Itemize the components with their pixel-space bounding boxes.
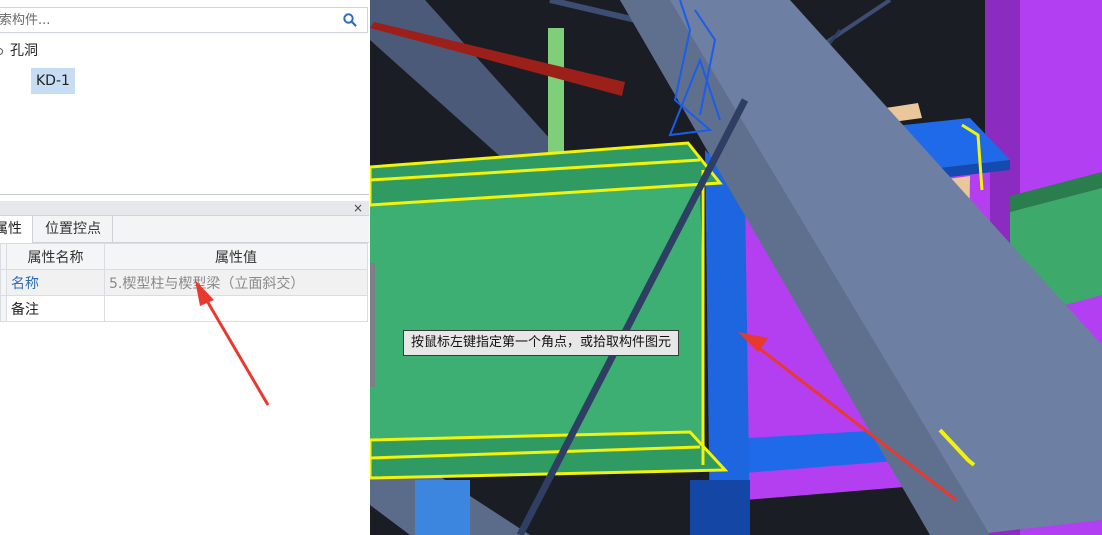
property-value-cell[interactable]	[104, 295, 368, 322]
3d-viewport[interactable]	[370, 0, 1102, 535]
tree-item-kd-1[interactable]: KD-1	[31, 68, 75, 94]
close-icon[interactable]: ×	[353, 201, 363, 215]
left-panel: 孔洞 KD-1 × 属性 位置控点 属性名称 属性值 名称 5.楔型柱与楔型梁（…	[0, 0, 371, 535]
property-table-header: 属性名称 属性值	[0, 243, 368, 270]
property-name-cell: 备注	[6, 295, 105, 322]
property-value-cell[interactable]: 5.楔型柱与楔型梁（立面斜交）	[104, 269, 368, 296]
column-header-value[interactable]: 属性值	[104, 243, 368, 270]
table-row[interactable]: 备注	[0, 295, 368, 322]
tree-node-bullet-icon	[0, 48, 3, 55]
search-bar[interactable]	[0, 7, 368, 33]
component-tree-panel: 孔洞 KD-1	[0, 0, 369, 195]
column-header-name[interactable]: 属性名称	[6, 243, 105, 270]
property-table: 属性名称 属性值 名称 5.楔型柱与楔型梁（立面斜交） 备注	[0, 243, 368, 322]
properties-tabs: 属性 位置控点	[0, 216, 369, 243]
tab-position-control-points[interactable]: 位置控点	[34, 216, 113, 242]
table-row[interactable]: 名称 5.楔型柱与楔型梁（立面斜交）	[0, 269, 368, 296]
steel-structure-model	[370, 0, 1102, 535]
command-prompt-tooltip: 按鼠标左键指定第一个角点，或拾取构件图元	[403, 330, 680, 356]
tab-properties[interactable]: 属性	[0, 216, 33, 243]
tree-node-label: 孔洞	[10, 43, 38, 59]
search-icon[interactable]	[342, 12, 358, 28]
properties-title-bar: ×	[0, 201, 369, 216]
property-name-cell: 名称	[6, 269, 105, 296]
panel-splitter-handle[interactable]	[370, 263, 375, 387]
search-input[interactable]	[0, 8, 330, 32]
properties-panel: × 属性 位置控点 属性名称 属性值 名称 5.楔型柱与楔型梁（立面斜交） 备注	[0, 201, 369, 535]
